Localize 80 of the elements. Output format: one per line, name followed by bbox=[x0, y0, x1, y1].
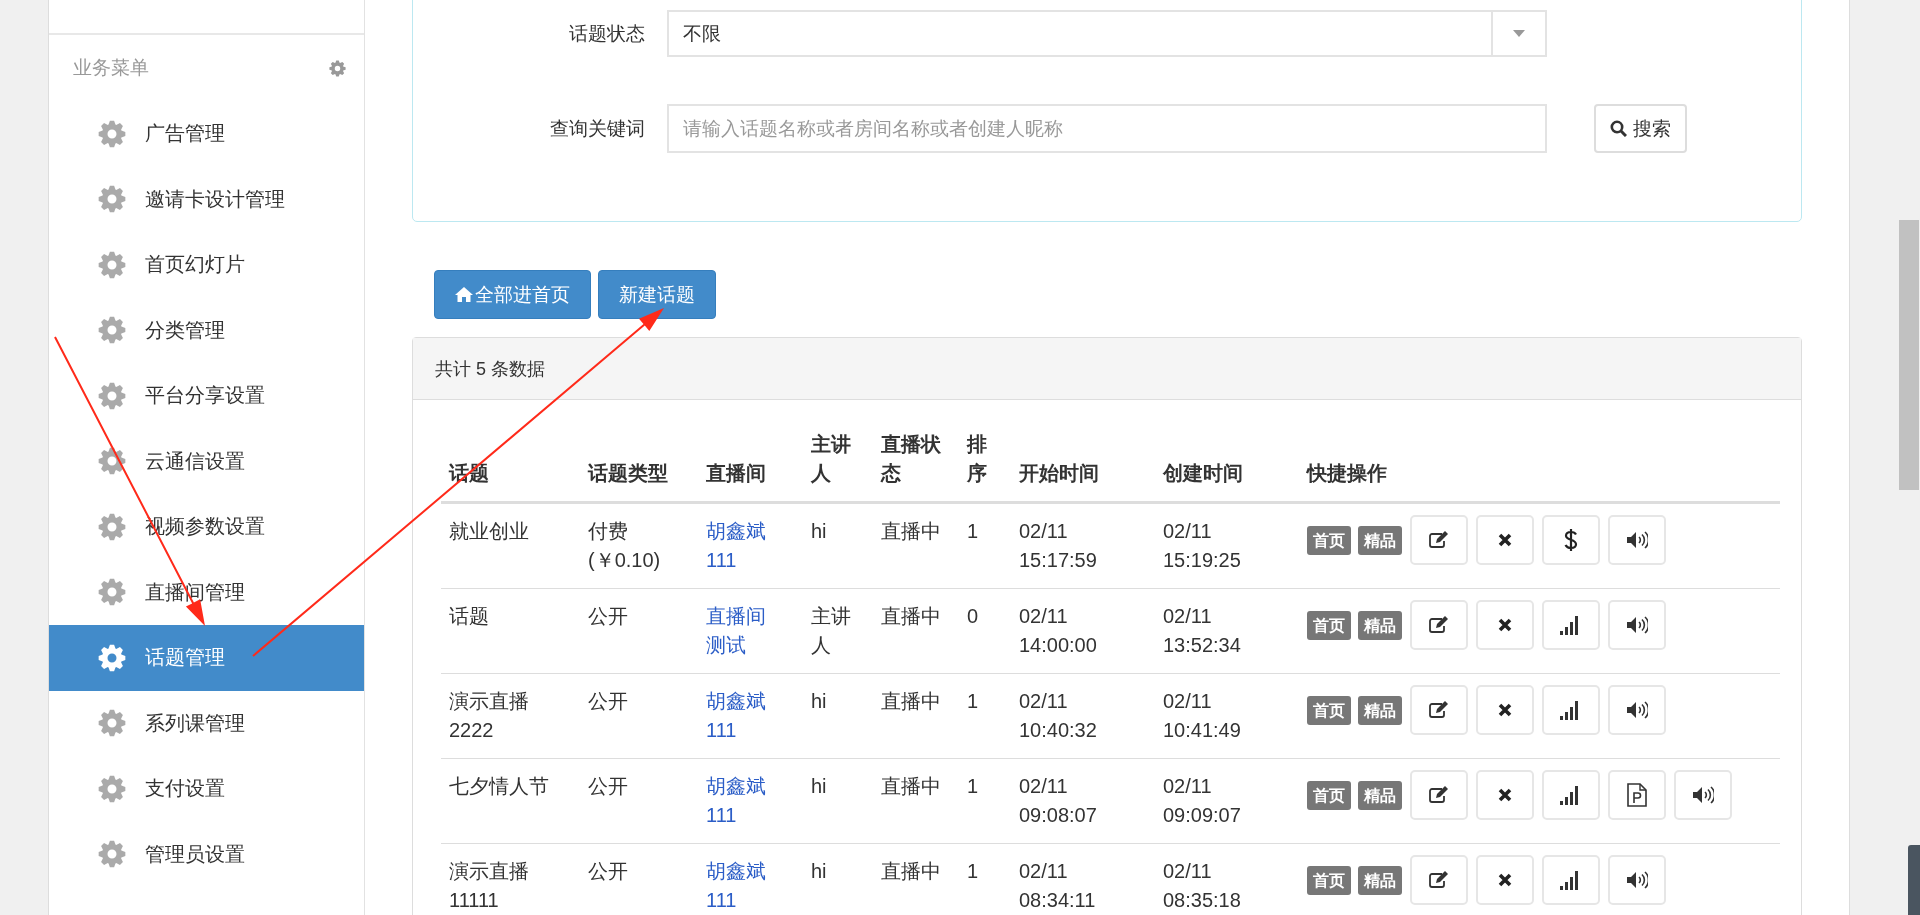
host-cell: hi bbox=[803, 758, 873, 844]
order-cell: 1 bbox=[959, 758, 1011, 844]
host-cell: hi bbox=[803, 502, 873, 589]
column-header: 快捷操作 bbox=[1299, 430, 1780, 503]
gear-icon bbox=[98, 381, 126, 410]
column-header: 主讲人 bbox=[803, 430, 873, 503]
topic-cell: 七夕情人节 bbox=[441, 758, 580, 844]
type-cell: 公开 bbox=[580, 588, 698, 674]
type-cell: 公开 bbox=[580, 843, 698, 915]
room-link[interactable]: 胡鑫斌111 bbox=[706, 687, 772, 745]
level-meter-icon bbox=[1908, 845, 1920, 915]
section-title: 业务菜单 bbox=[73, 56, 149, 80]
sidebar-item[interactable]: 广告管理 bbox=[49, 101, 364, 167]
start-time-cell: 02/11 08:34:11 bbox=[1011, 843, 1155, 915]
topic-cell: 演示直播11111 bbox=[441, 843, 580, 915]
scrollbar-thumb[interactable] bbox=[1899, 220, 1919, 490]
gear-icon bbox=[98, 774, 126, 803]
sidebar-item[interactable]: 支付设置 bbox=[49, 756, 364, 822]
start-time-cell: 02/11 10:40:32 bbox=[1011, 673, 1155, 759]
status-cell: 直播中 bbox=[873, 758, 959, 844]
room-link[interactable]: 胡鑫斌111 bbox=[706, 857, 772, 915]
sidebar-item[interactable]: 系列课管理 bbox=[49, 690, 364, 756]
search-button[interactable]: 搜索 bbox=[1594, 104, 1687, 153]
status-select[interactable]: 不限 bbox=[667, 10, 1547, 57]
room-link[interactable]: 胡鑫斌111 bbox=[706, 772, 772, 830]
start-time-cell: 02/11 09:08:07 bbox=[1011, 758, 1155, 844]
record-count: 共计 5 条数据 bbox=[435, 357, 545, 381]
order-cell: 1 bbox=[959, 843, 1011, 915]
start-time-cell: 02/11 14:00:00 bbox=[1011, 588, 1155, 674]
created-time-cell: 02/11 15:19:25 bbox=[1155, 502, 1299, 589]
created-time-cell: 02/11 09:09:07 bbox=[1155, 758, 1299, 844]
column-header: 直播状态 bbox=[873, 430, 959, 503]
sidebar-item[interactable]: 管理员设置 bbox=[49, 821, 364, 887]
column-header: 话题类型 bbox=[580, 430, 698, 503]
gear-icon bbox=[98, 709, 126, 738]
start-time-cell: 02/11 15:17:59 bbox=[1011, 502, 1155, 589]
gear-icon bbox=[98, 512, 126, 541]
created-time-cell: 02/11 10:41:49 bbox=[1155, 673, 1299, 759]
field-label: 话题状态 bbox=[568, 21, 646, 46]
sidebar-item[interactable]: 邀请卡设计管理 bbox=[49, 166, 364, 232]
gear-icon bbox=[98, 250, 126, 279]
sidebar-item[interactable]: 分类管理 bbox=[49, 297, 364, 363]
order-cell: 1 bbox=[959, 673, 1011, 759]
gear-icon bbox=[98, 119, 126, 148]
gear-icon bbox=[98, 840, 126, 869]
status-cell: 直播中 bbox=[873, 843, 959, 915]
status-cell: 直播中 bbox=[873, 502, 959, 589]
column-header: 创建时间 bbox=[1155, 430, 1299, 503]
sidebar-item[interactable]: 首页幻灯片 bbox=[49, 232, 364, 298]
sidebar-item[interactable]: 话题管理 bbox=[49, 625, 364, 691]
gear-icon bbox=[98, 185, 126, 214]
topic-cell: 演示直播2222 bbox=[441, 673, 580, 759]
caret-icon bbox=[1513, 30, 1525, 37]
topic-cell: 话题 bbox=[441, 588, 580, 674]
created-time-cell: 02/11 08:35:18 bbox=[1155, 843, 1299, 915]
status-cell: 直播中 bbox=[873, 588, 959, 674]
type-cell: 公开 bbox=[580, 758, 698, 844]
column-header: 直播间 bbox=[698, 430, 803, 503]
host-cell: hi bbox=[803, 673, 873, 759]
status-cell: 直播中 bbox=[873, 673, 959, 759]
field-label: 查询关键词 bbox=[549, 116, 646, 141]
column-header: 开始时间 bbox=[1011, 430, 1155, 503]
keyword-input[interactable]: 请输入话题名称或者房间名称或者创建人昵称 bbox=[667, 104, 1547, 153]
room-link[interactable]: 直播间测试 bbox=[706, 602, 772, 660]
settings-icon[interactable] bbox=[329, 59, 346, 77]
sidebar-item[interactable]: 平台分享设置 bbox=[49, 363, 364, 429]
type-cell: 公开 bbox=[580, 673, 698, 759]
host-cell: 主讲人 bbox=[803, 588, 873, 674]
order-cell: 0 bbox=[959, 588, 1011, 674]
order-cell: 1 bbox=[959, 502, 1011, 589]
type-cell: 付费(￥0.10) bbox=[580, 502, 698, 589]
gear-icon bbox=[98, 643, 126, 672]
column-header: 排序 bbox=[959, 430, 1011, 503]
gear-icon bbox=[98, 578, 126, 607]
search-icon bbox=[1610, 120, 1627, 137]
room-link[interactable]: 胡鑫斌111 bbox=[706, 517, 772, 575]
gear-icon bbox=[98, 316, 126, 345]
topic-cell: 就业创业 bbox=[441, 502, 580, 589]
created-time-cell: 02/11 13:52:34 bbox=[1155, 588, 1299, 674]
host-cell: hi bbox=[803, 843, 873, 915]
